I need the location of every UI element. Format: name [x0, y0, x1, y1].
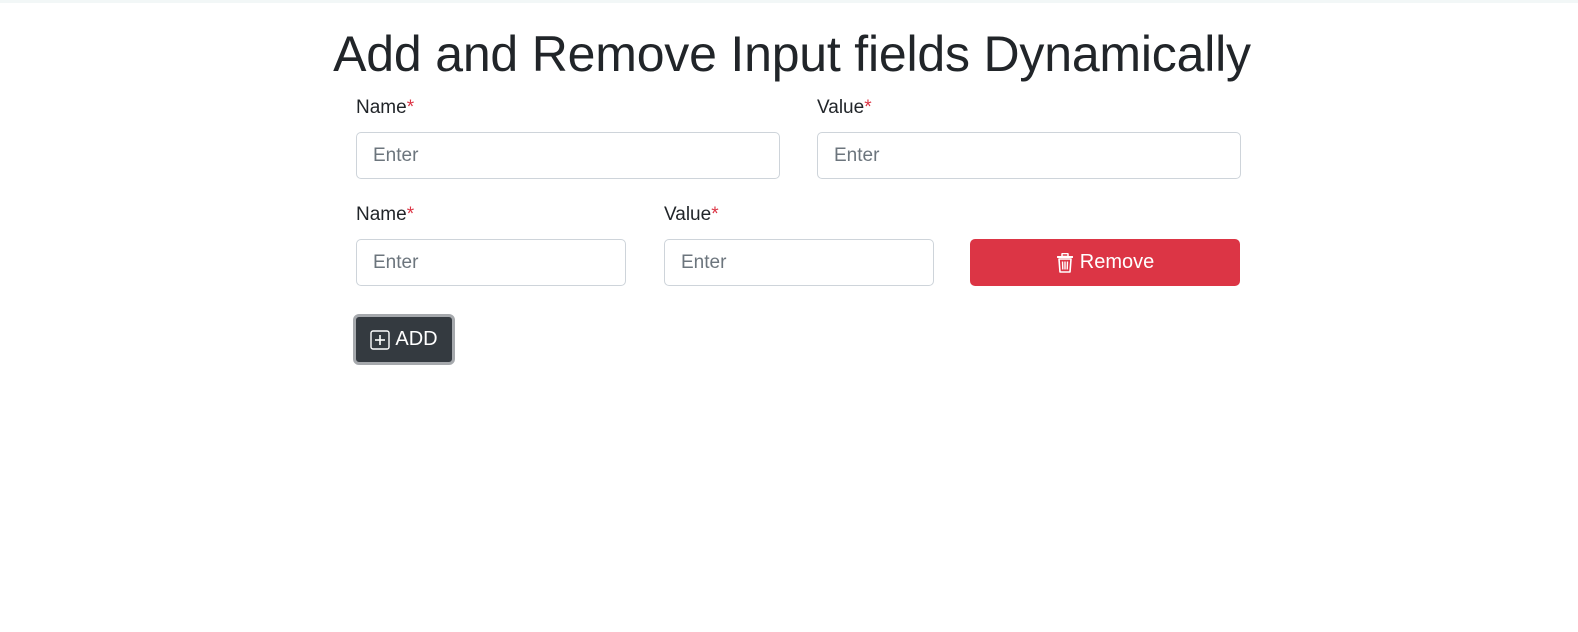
remove-button[interactable]: Remove — [970, 239, 1240, 286]
name-input-row1[interactable] — [356, 132, 780, 179]
name-input-row2[interactable] — [356, 239, 626, 286]
name-label-text: Name — [356, 97, 407, 118]
value-label-text: Value — [817, 97, 865, 118]
plus-square-icon — [370, 329, 391, 350]
required-mark: * — [406, 204, 415, 225]
value-input-row2[interactable] — [664, 239, 934, 286]
name-label-row2: Name* — [356, 203, 414, 227]
page-title: Add and Remove Input fields Dynamically — [333, 26, 1251, 82]
add-button[interactable]: ADD — [353, 314, 455, 365]
name-label-row1: Name* — [356, 96, 414, 120]
trash-icon — [1056, 252, 1074, 273]
required-mark: * — [711, 204, 719, 225]
required-mark: * — [406, 97, 415, 118]
value-label-row1: Value* — [817, 96, 872, 120]
add-button-label: ADD — [395, 328, 438, 350]
required-mark: * — [864, 97, 872, 118]
name-label-text: Name — [356, 204, 407, 225]
top-strip — [0, 0, 1578, 3]
value-label-text: Value — [664, 204, 712, 225]
remove-button-label: Remove — [1079, 251, 1155, 273]
value-input-row1[interactable] — [817, 132, 1241, 179]
value-label-row2: Value* — [664, 203, 719, 227]
